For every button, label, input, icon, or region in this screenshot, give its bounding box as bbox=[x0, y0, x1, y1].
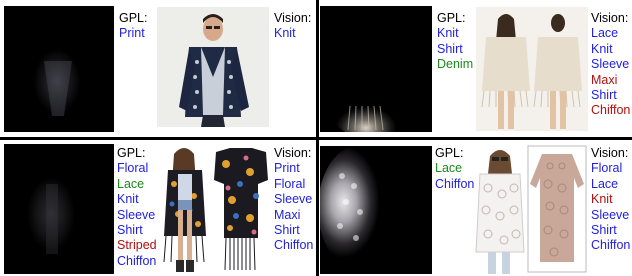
gpl-header: GPL: bbox=[437, 11, 466, 25]
vision-word: Knit bbox=[591, 192, 613, 207]
vision-word: Maxi bbox=[591, 72, 618, 87]
gpl-word: Shirt bbox=[437, 41, 463, 56]
panel-bottom-right: GPL: Lace Chiffon Vision: Floral Lace Kn… bbox=[319, 140, 632, 276]
vision-word: Sleeve bbox=[591, 57, 630, 72]
vision-word: Print bbox=[274, 161, 300, 176]
gpl-header: GPL: bbox=[435, 146, 464, 160]
gpl-labels: GPL: Print bbox=[119, 11, 148, 42]
gpl-word: Striped bbox=[117, 238, 157, 253]
vision-word: Lace bbox=[591, 176, 619, 191]
vision-labels: Vision: Floral Lace Knit Sleeve Shirt Ch… bbox=[591, 146, 630, 254]
vision-labels: Vision: Lace Knit Sleeve Maxi Shirt Chif… bbox=[591, 11, 630, 119]
gpl-word: Denim bbox=[437, 57, 474, 72]
vision-word: Sleeve bbox=[591, 207, 630, 222]
photo-woman-in-floral-fringed-kimono bbox=[160, 144, 270, 274]
gpl-word: Lace bbox=[117, 176, 145, 191]
vision-word: Chiffon bbox=[591, 238, 631, 253]
gpl-word: Sleeve bbox=[117, 207, 156, 222]
panel-bottom-left: GPL: Floral Lace Knit Sleeve Shirt Strip… bbox=[0, 140, 316, 276]
gpl-word: Floral bbox=[117, 161, 149, 176]
attention-map-image bbox=[4, 144, 114, 274]
gpl-word: Lace bbox=[435, 161, 463, 176]
gpl-header: GPL: bbox=[117, 146, 146, 160]
panel-top-left: GPL: Print Vision: Knit bbox=[0, 0, 316, 137]
attention-map-image bbox=[320, 6, 432, 132]
vision-word: Floral bbox=[274, 176, 306, 191]
vision-header: Vision: bbox=[591, 11, 629, 25]
figure: GPL: Print Vision: Knit GPL: Knit Shirt … bbox=[0, 0, 632, 276]
vision-word: Knit bbox=[591, 41, 613, 56]
vision-word: Knit bbox=[274, 26, 296, 41]
vision-word: Lace bbox=[591, 26, 619, 41]
gpl-word: Knit bbox=[437, 26, 459, 41]
panel-top-right: GPL: Knit Shirt Denim Vision: Lace Knit … bbox=[319, 0, 632, 137]
vision-word: Chiffon bbox=[274, 238, 314, 253]
vision-word: Chiffon bbox=[591, 103, 631, 118]
gpl-word: Print bbox=[119, 26, 145, 41]
vision-labels: Vision: Print Floral Sleeve Maxi Shirt C… bbox=[274, 146, 313, 254]
vision-word: Sleeve bbox=[274, 192, 313, 207]
attention-map-image bbox=[4, 6, 114, 132]
vision-word: Shirt bbox=[274, 223, 300, 238]
vision-header: Vision: bbox=[274, 11, 312, 25]
gpl-labels: GPL: Lace Chiffon bbox=[435, 146, 474, 192]
photo-woman-in-fringed-knit-poncho bbox=[476, 7, 588, 131]
vision-labels: Vision: Knit bbox=[274, 11, 311, 42]
vision-word: Shirt bbox=[591, 88, 617, 103]
gpl-word: Knit bbox=[117, 192, 139, 207]
gpl-header: GPL: bbox=[119, 11, 148, 25]
vision-header: Vision: bbox=[591, 146, 629, 160]
vision-word: Floral bbox=[591, 161, 623, 176]
gpl-word: Shirt bbox=[117, 223, 143, 238]
vision-header: Vision: bbox=[274, 146, 312, 160]
attention-map-image bbox=[320, 146, 432, 274]
vision-word: Maxi bbox=[274, 207, 301, 222]
gpl-labels: GPL: Knit Shirt Denim bbox=[437, 11, 473, 73]
gpl-word: Chiffon bbox=[435, 176, 475, 191]
photo-man-in-patterned-cardigan bbox=[157, 7, 269, 127]
gpl-labels: GPL: Floral Lace Knit Sleeve Shirt Strip… bbox=[117, 146, 157, 269]
photo-woman-in-lace-blouse bbox=[474, 144, 588, 274]
gpl-word: Chiffon bbox=[117, 253, 157, 268]
vision-word: Shirt bbox=[591, 223, 617, 238]
